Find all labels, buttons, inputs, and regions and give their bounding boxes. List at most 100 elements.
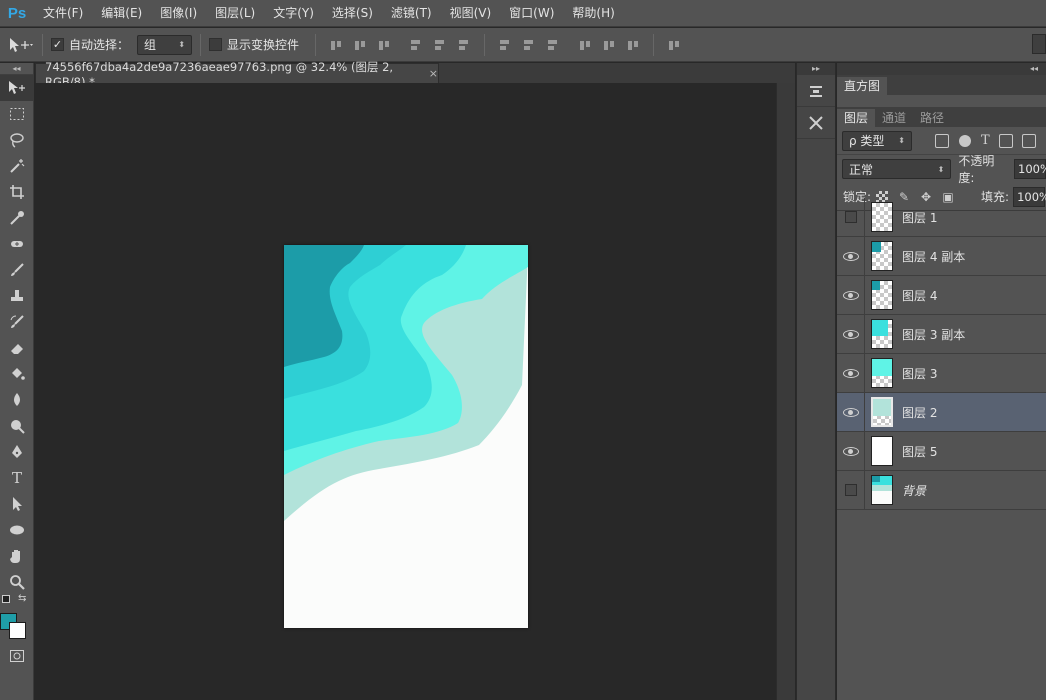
histogram-panel-icon[interactable] [797, 75, 835, 107]
menu-layer[interactable]: 图层(L) [206, 0, 264, 27]
quick-mask-icon[interactable] [0, 643, 34, 669]
menu-help[interactable]: 帮助(H) [563, 0, 623, 27]
layer-thumbnail [871, 241, 893, 271]
align-bottom-icon[interactable] [377, 38, 391, 52]
tab-histogram[interactable]: 直方图 [837, 77, 888, 95]
menu-type[interactable]: 文字(Y) [264, 0, 323, 27]
clone-stamp-tool-icon[interactable] [0, 283, 34, 309]
distribute-vertical-center-icon[interactable] [522, 38, 536, 52]
filter-type-icon[interactable]: T [981, 133, 990, 148]
canvas-area[interactable] [35, 83, 776, 700]
visibility-toggle[interactable] [837, 431, 865, 471]
ellipse-tool-icon[interactable] [0, 517, 34, 543]
document-tab[interactable]: 74556f67dba4a2de9a7236aeae97763.png @ 32… [35, 60, 439, 89]
menu-filter[interactable]: 滤镜(T) [382, 0, 441, 27]
visibility-toggle[interactable] [837, 314, 865, 354]
layer-row[interactable]: 图层 5 [837, 431, 1046, 471]
visibility-toggle[interactable] [837, 197, 865, 237]
auto-select-dropdown[interactable]: 组 ⬍ [137, 34, 193, 55]
visibility-toggle[interactable] [837, 470, 865, 510]
distribute-bottom-icon[interactable] [546, 38, 560, 52]
default-colors-icon[interactable] [2, 595, 10, 603]
hidden-visibility-icon [844, 484, 857, 496]
close-tab-icon[interactable]: × [429, 67, 438, 80]
brush-tool-icon[interactable] [0, 257, 34, 283]
healing-brush-tool-icon[interactable] [0, 231, 34, 257]
tab-paths[interactable]: 路径 [913, 109, 951, 127]
align-left-icon[interactable] [409, 38, 423, 52]
histogram-tab-bar: 直方图 [837, 75, 1046, 95]
menu-image[interactable]: 图像(I) [151, 0, 206, 27]
layer-row[interactable]: 背景 [837, 470, 1046, 510]
layer-row[interactable]: 图层 4 [837, 275, 1046, 315]
align-top-icon[interactable] [329, 38, 343, 52]
options-separator [653, 33, 655, 56]
layer-row[interactable]: 图层 4 副本 [837, 236, 1046, 276]
distribute-left-icon[interactable] [578, 38, 592, 52]
distribute-horizontal-center-icon[interactable] [602, 38, 616, 52]
tab-channels[interactable]: 通道 [875, 109, 913, 127]
dropdown-arrows-icon: ⬍ [178, 40, 186, 49]
filter-smart-object-icon[interactable] [1021, 133, 1036, 148]
eraser-tool-icon[interactable] [0, 335, 34, 361]
auto-select-checkbox[interactable]: ✓ [51, 38, 64, 51]
magic-wand-tool-icon[interactable] [0, 153, 34, 179]
eye-icon [842, 329, 859, 339]
hand-tool-icon[interactable] [0, 543, 34, 569]
menu-edit[interactable]: 编辑(E) [92, 0, 151, 27]
menu-file[interactable]: 文件(F) [34, 0, 92, 27]
opacity-field[interactable]: 100% [1014, 159, 1046, 179]
tools-panel-icon[interactable] [797, 107, 835, 139]
layer-row[interactable]: 图层 3 [837, 353, 1046, 393]
filter-adjustment-icon[interactable] [959, 134, 971, 147]
toolbox-collapse-icon[interactable]: ◂◂ [0, 63, 33, 75]
type-tool-icon[interactable]: T [0, 465, 34, 491]
history-brush-tool-icon[interactable] [0, 309, 34, 335]
layer-filter-dropdown[interactable]: ρ 类型 ⬍ [842, 130, 912, 151]
move-tool-preset-icon[interactable] [8, 37, 34, 53]
distribute-right-icon[interactable] [626, 38, 640, 52]
filter-pixel-icon[interactable] [935, 133, 949, 148]
vertical-scrollbar[interactable] [776, 83, 795, 700]
paint-bucket-tool-icon[interactable] [0, 361, 34, 387]
align-right-icon[interactable] [457, 38, 471, 52]
move-tool-icon[interactable] [0, 75, 34, 101]
filter-shape-icon[interactable] [998, 133, 1013, 148]
background-color-swatch[interactable] [9, 622, 26, 639]
visibility-toggle[interactable] [837, 392, 865, 432]
eyedropper-tool-icon[interactable] [0, 205, 34, 231]
layer-name: 图层 3 [902, 366, 938, 381]
align-horizontal-center-icon[interactable] [433, 38, 447, 52]
menu-view[interactable]: 视图(V) [441, 0, 501, 27]
blend-mode-dropdown[interactable]: 正常 ⬍ [842, 159, 952, 179]
path-selection-tool-icon[interactable] [0, 491, 34, 517]
dodge-tool-icon[interactable] [0, 413, 34, 439]
menu-select[interactable]: 选择(S) [323, 0, 382, 27]
menu-window[interactable]: 窗口(W) [500, 0, 563, 27]
tab-layers[interactable]: 图层 [837, 109, 876, 127]
lasso-tool-icon[interactable] [0, 127, 34, 153]
layer-thumbnail [871, 280, 893, 310]
layer-row-selected[interactable]: 图层 2 [837, 392, 1046, 432]
align-vertical-center-icon[interactable] [353, 38, 367, 52]
panels-collapse-icon[interactable]: ◂◂ [837, 63, 1046, 75]
layer-row[interactable]: 图层 1 [837, 197, 1046, 237]
swap-colors-icon[interactable]: ⇆ [18, 593, 26, 604]
show-transform-checkbox[interactable] [209, 38, 223, 51]
workspace-switcher[interactable] [1032, 34, 1046, 54]
layer-row[interactable]: 图层 3 副本 [837, 314, 1046, 354]
visibility-toggle[interactable] [837, 275, 865, 315]
pen-tool-icon[interactable] [0, 439, 34, 465]
dock-collapse-icon[interactable]: ▸▸ [797, 63, 835, 75]
auto-align-layers-icon[interactable] [667, 38, 681, 52]
distribute-top-icon[interactable] [498, 38, 512, 52]
crop-tool-icon[interactable] [0, 179, 34, 205]
zoom-tool-icon[interactable] [0, 569, 34, 595]
marquee-tool-icon[interactable] [0, 101, 34, 127]
document-canvas[interactable] [284, 245, 528, 628]
layer-name: 图层 4 [902, 288, 938, 303]
visibility-toggle[interactable] [837, 236, 865, 276]
visibility-toggle[interactable] [837, 353, 865, 393]
layer-thumbnail [871, 319, 893, 349]
blur-tool-icon[interactable] [0, 387, 34, 413]
